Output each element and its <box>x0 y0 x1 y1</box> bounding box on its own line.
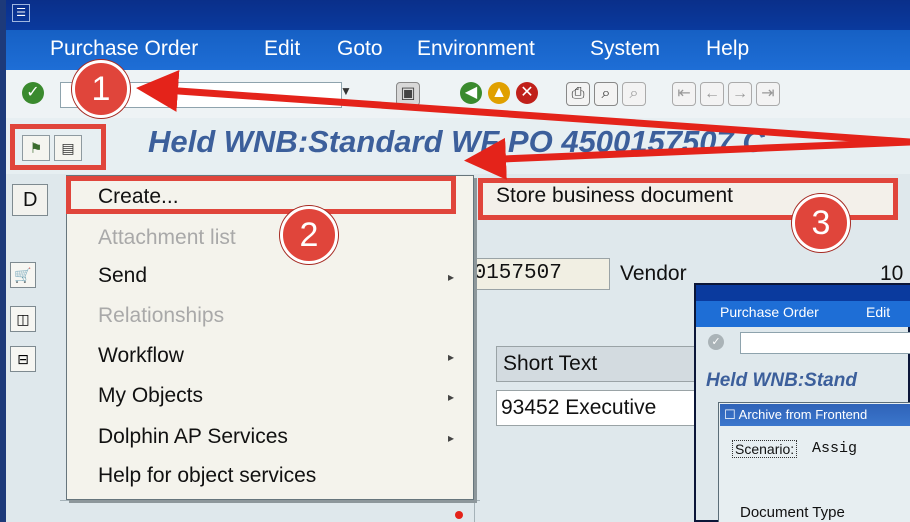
inset-titlebar <box>696 285 910 301</box>
callout-2: 2 <box>280 206 338 264</box>
screenshot-frame: ☰ Purchase Order Edit Goto Environment S… <box>0 0 910 522</box>
menu-system[interactable]: System <box>590 37 660 61</box>
document-type-label: Document Type <box>740 504 845 521</box>
short-text-column-header[interactable]: Short Text <box>496 346 714 382</box>
cart-icon[interactable]: 🛒 <box>10 262 36 288</box>
menu-edit[interactable]: Edit <box>264 37 300 61</box>
vendor-label: Vendor <box>620 262 687 285</box>
print-icon[interactable]: ⎙ <box>566 82 590 106</box>
archive-dialog-titlebar: ☐ Archive from Frontend <box>720 404 910 426</box>
menu-item-attachment-list: Attachment list <box>98 226 236 249</box>
callout-1: 1 <box>72 60 130 118</box>
menu-item-my-objects[interactable]: My Objects <box>98 384 203 408</box>
scenario-label: Scenario: <box>732 440 798 458</box>
inset-command-field[interactable] <box>740 332 910 354</box>
submenu-arrow-icon: ▸ <box>448 350 455 364</box>
inset-enter-icon[interactable]: ✓ <box>708 334 724 350</box>
short-text-cell[interactable]: 93452 Executive <box>496 390 712 426</box>
back-icon[interactable]: ◀ <box>460 82 482 104</box>
services-for-object-icon[interactable]: ⚑ <box>22 135 50 161</box>
menu-help[interactable]: Help <box>706 37 749 61</box>
menu-item-help-for-object-services[interactable]: Help for object services <box>98 464 316 488</box>
find-next-icon[interactable]: ⌕ <box>622 82 646 106</box>
previous-page-icon[interactable]: ← <box>700 82 724 106</box>
create-highlight <box>66 176 456 214</box>
enter-check-icon[interactable]: ✓ <box>22 82 44 104</box>
save-icon[interactable]: ▣ <box>396 82 420 106</box>
page-title: Held WNB:Standard WF PO 4500157507 C <box>148 124 765 159</box>
find-icon[interactable]: ⌕ <box>594 82 618 106</box>
menu-item-send[interactable]: Send <box>98 264 147 288</box>
menu-item-workflow[interactable]: Workflow <box>98 344 184 368</box>
store-business-document-button[interactable]: Store business document <box>496 184 733 208</box>
items-icon[interactable]: ⊟ <box>10 346 36 372</box>
scenario-value[interactable]: Assig <box>812 440 857 457</box>
document-button[interactable]: D <box>12 184 49 216</box>
first-page-icon[interactable]: ⇤ <box>672 82 696 106</box>
grid-line <box>474 346 475 522</box>
menu-environment[interactable]: Environment <box>417 37 535 61</box>
submenu-arrow-icon: ▸ <box>448 270 455 284</box>
inset-menu-purchase-order[interactable]: Purchase Order <box>720 304 819 320</box>
grid-line <box>60 500 480 501</box>
cancel-icon[interactable]: ✕ <box>516 82 538 104</box>
archive-dialog-title: Archive from Frontend <box>738 407 868 422</box>
inset-menu-edit[interactable]: Edit <box>866 304 890 320</box>
last-page-icon[interactable]: ⇥ <box>756 82 780 106</box>
system-menu-icon[interactable]: ☰ <box>12 4 30 22</box>
po-number-field[interactable]: 00157507 <box>456 258 610 290</box>
inset-page-title: Held WNB:Stand <box>706 370 857 391</box>
window-titlebar <box>6 0 910 30</box>
menu-item-relationships: Relationships <box>98 304 225 327</box>
dialog-icon: ☐ <box>724 407 736 422</box>
callout-3: 3 <box>792 194 850 252</box>
next-page-icon[interactable]: → <box>728 82 752 106</box>
submenu-arrow-icon: ▸ <box>448 431 455 445</box>
dropdown-arrow-icon[interactable]: ▼ <box>340 84 352 98</box>
menu-goto[interactable]: Goto <box>337 37 383 61</box>
menu-purchase-order[interactable]: Purchase Order <box>50 37 198 61</box>
submenu-arrow-icon: ▸ <box>448 390 455 404</box>
services-for-object-menu <box>66 175 474 500</box>
exit-icon[interactable]: ▲ <box>488 82 510 104</box>
document-icon[interactable]: ▤ <box>54 135 82 161</box>
tree-icon[interactable]: ◫ <box>10 306 36 332</box>
menu-item-dolphin-ap-services[interactable]: Dolphin AP Services <box>98 425 288 449</box>
